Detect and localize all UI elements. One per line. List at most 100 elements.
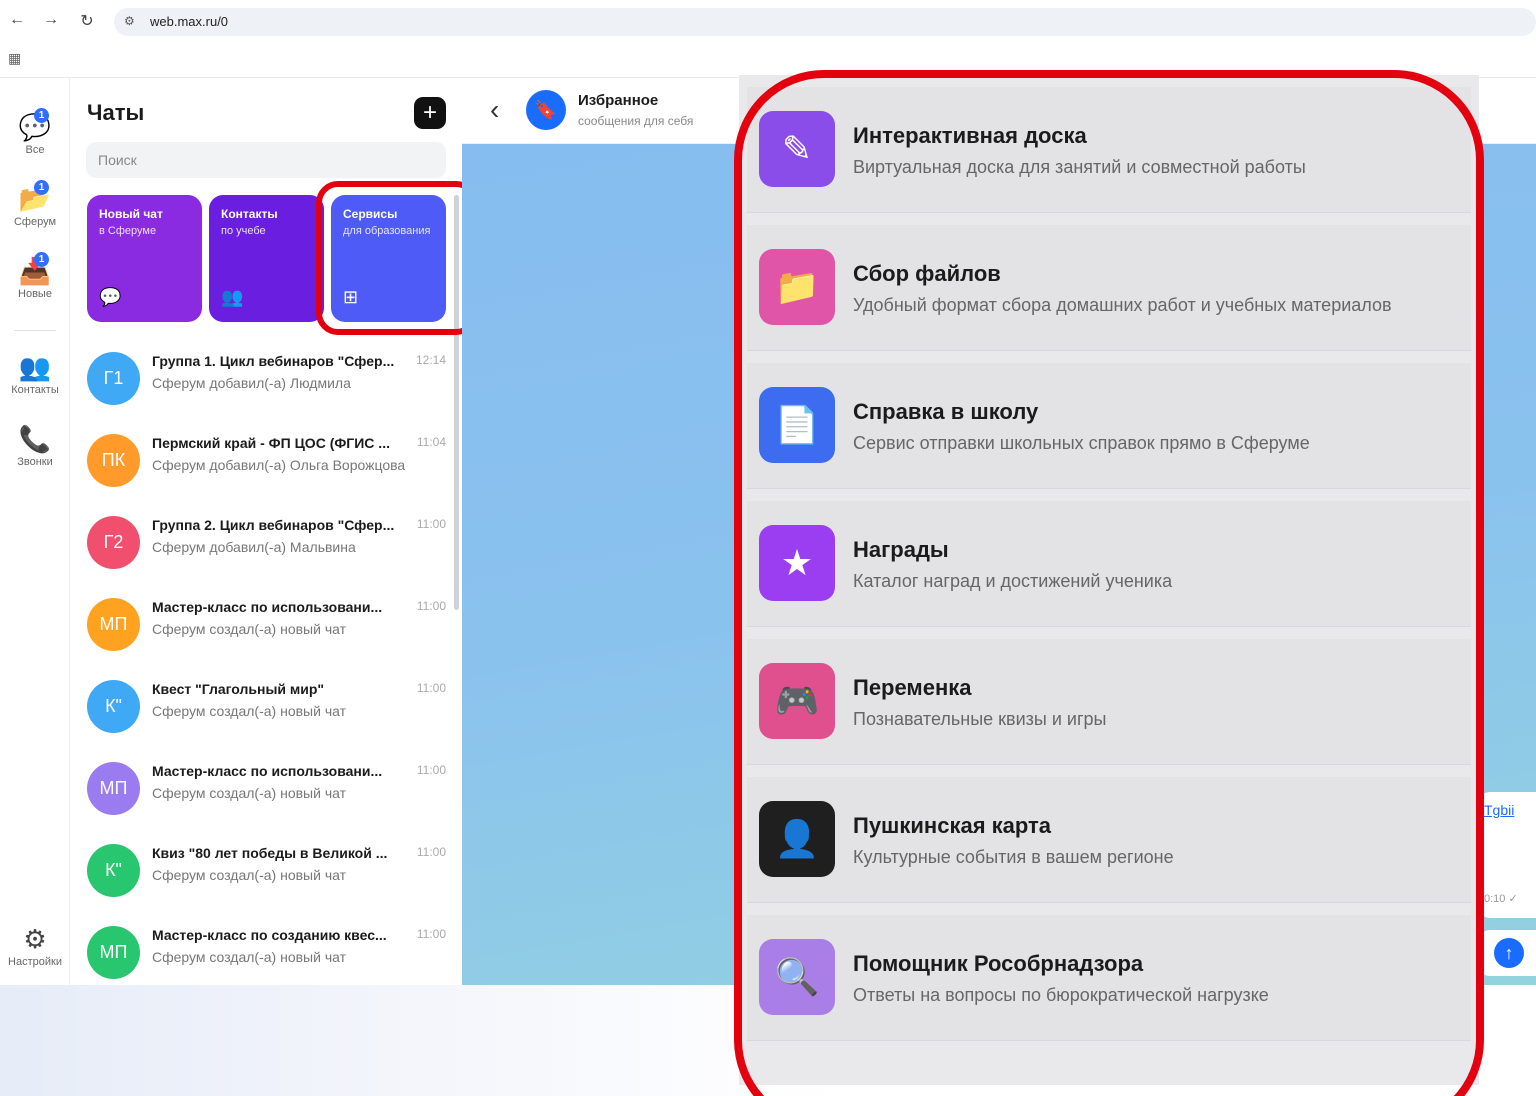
bookmark-icon[interactable]: 🔖: [526, 90, 566, 130]
service-title: Помощник Рособрнадзора: [853, 951, 1144, 976]
service-item[interactable]: 🎮 Переменка Познавательные квизы и игры: [747, 639, 1471, 765]
service-description: Сервис отправки школьных справок прямо в…: [853, 433, 1310, 453]
avatar: МП: [87, 926, 140, 979]
unread-badge: 1: [34, 108, 49, 123]
service-description: Каталог наград и достижений ученика: [853, 571, 1173, 591]
service-item[interactable]: 📄 Справка в школу Сервис отправки школьных…: [747, 363, 1471, 489]
chat-title: Пермский край - ФП ЦОС (ФГИС ...: [152, 435, 390, 451]
chat-time: 11:00: [416, 681, 446, 695]
card-new-chat[interactable]: Новый чат в Сферуме 💬: [87, 195, 202, 322]
search-input[interactable]: [86, 142, 446, 178]
back-arrow-icon[interactable]: ←: [8, 11, 26, 29]
back-chevron-icon[interactable]: ‹: [490, 94, 499, 126]
rail-item-calls[interactable]: 📞 Звонки: [0, 424, 70, 468]
chat-preview: Сферум добавил(-а) Ольга Ворожцова: [152, 457, 406, 473]
chat-preview: Сферум создал(-а) новый чат: [152, 703, 346, 719]
message-time: 0:10 ✓: [1484, 893, 1518, 905]
service-title: Переменка: [853, 675, 972, 700]
chat-icon: 💬: [99, 287, 122, 307]
page-title: Чаты: [87, 100, 145, 125]
chat-list-item[interactable]: К" Квест "Глагольный мир" Сферум создал(-а…: [71, 666, 462, 748]
address-bar[interactable]: ⚙ web.max.ru/0: [114, 8, 1536, 36]
highlight-frame: [316, 181, 478, 335]
forward-arrow-icon[interactable]: →: [42, 11, 60, 29]
message-link[interactable]: Tgbii: [1484, 802, 1514, 818]
unread-badge: 1: [34, 252, 49, 267]
service-title: Справка в школу: [853, 399, 1039, 424]
chat-list-item[interactable]: К" Квиз "80 лет победы в Великой ... Сферу…: [71, 830, 462, 912]
message-bubble[interactable]: Tgbii 0:10 ✓: [1478, 792, 1536, 918]
service-item[interactable]: 📁 Сбор файлов Удобный формат сбора домашни…: [747, 225, 1471, 351]
chat-title: Мастер-класс по созданию квес...: [152, 927, 387, 943]
rail-item-new[interactable]: 📥 1 Новые: [0, 252, 70, 300]
card-title: Новый чат: [99, 207, 163, 221]
new-chat-button[interactable]: +: [414, 97, 446, 129]
magnifier-icon: 🔍: [759, 939, 835, 1015]
chat-list-item[interactable]: МП Мастер-класс по созданию квес... Сферум…: [71, 912, 462, 994]
chat-time: 11:00: [416, 517, 446, 531]
chat-title: Группа 1. Цикл вебинаров "Сфер...: [152, 353, 395, 369]
site-settings-icon[interactable]: ⚙: [124, 14, 135, 28]
url-text[interactable]: web.max.ru/0: [150, 14, 228, 29]
browser-toolbar: ← → ↻ ⚙ web.max.ru/0: [0, 0, 1536, 44]
rail-label: Сферум: [13, 216, 57, 228]
service-description: Познавательные квизы и игры: [853, 709, 1107, 729]
rail-item-sferum[interactable]: 📂 1 Сферум: [0, 180, 70, 228]
services-panel: ✎ Интерактивная доска Виртуальная доска дл…: [739, 75, 1479, 1085]
card-contacts[interactable]: Контакты по учебе 👥: [209, 195, 324, 322]
chat-time: 11:04: [416, 435, 446, 449]
document-icon: 📄: [759, 387, 835, 463]
send-button[interactable]: ↑: [1494, 938, 1524, 968]
chat-title: Квиз "80 лет победы в Великой ...: [152, 845, 388, 861]
service-item[interactable]: 🔍 Помощник Рособрнадзора Ответы на вопросы…: [747, 915, 1471, 1041]
rail-label: Звонки: [17, 456, 53, 468]
rail-item-settings[interactable]: ⚙ Настройки: [0, 924, 70, 968]
chat-list-item[interactable]: ПК Пермский край - ФП ЦОС (ФГИС ... Сферум…: [71, 420, 462, 502]
service-title: Награды: [853, 537, 949, 562]
card-title: Контакты: [221, 207, 278, 221]
chat-preview: Сферум создал(-а) новый чат: [152, 785, 346, 801]
avatar: Г1: [87, 352, 140, 405]
chat-time: 11:00: [416, 599, 446, 613]
reload-icon[interactable]: ↻: [78, 11, 96, 31]
rail-label: Настройки: [8, 956, 62, 968]
rail-item-contacts[interactable]: 👥 Контакты: [0, 352, 70, 396]
chat-title: Группа 2. Цикл вебинаров "Сфер...: [152, 517, 395, 533]
chat-time: 11:00: [416, 763, 446, 777]
portrait-icon: 👤: [759, 801, 835, 877]
apps-grid-icon[interactable]: ▦: [8, 50, 21, 67]
avatar: Г2: [87, 516, 140, 569]
service-item[interactable]: ✎ Интерактивная доска Виртуальная доска дл…: [747, 87, 1471, 213]
chat-time: 11:00: [416, 927, 446, 941]
chat-preview: Сферум создал(-а) новый чат: [152, 949, 346, 965]
service-item[interactable]: 👤 Пушкинская карта Культурные события в ва…: [747, 777, 1471, 903]
chat-preview: Сферум добавил(-а) Мальвина: [152, 539, 356, 555]
chat-preview: Сферум добавил(-а) Людмила: [152, 375, 351, 391]
rail-item-all[interactable]: 💬 1 Все: [0, 108, 70, 156]
service-title: Интерактивная доска: [853, 123, 1087, 148]
card-subtitle: в Сферуме: [99, 225, 157, 237]
nav-rail: 💬 1 Все 📂 1 Сферум 📥 1 Новые 👥 Контакты …: [0, 78, 70, 985]
chat-list-item[interactable]: Г1 Группа 1. Цикл вебинаров "Сфер... Сферу…: [71, 338, 462, 420]
gear-icon: ⚙: [23, 924, 47, 954]
chat-time: 11:00: [416, 845, 446, 859]
chat-list-item[interactable]: Г2 Группа 2. Цикл вебинаров "Сфер... Сферу…: [71, 502, 462, 584]
chat-preview: Сферум создал(-а) новый чат: [152, 621, 346, 637]
service-item[interactable]: ★ Награды Каталог наград и достижений учен…: [747, 501, 1471, 627]
rail-label: Новые: [18, 288, 52, 300]
folder-icon: 📁: [759, 249, 835, 325]
chat-status: сообщения для себя: [578, 114, 694, 128]
chat-list-item[interactable]: МП Мастер-класс по использовани... Сферум …: [71, 748, 462, 830]
service-description: Удобный формат сбора домашних работ и уч…: [853, 295, 1392, 315]
chat-preview: Сферум создал(-а) новый чат: [152, 867, 346, 883]
unread-badge: 1: [34, 180, 49, 195]
avatar: К": [87, 844, 140, 897]
people-icon: 👥: [221, 287, 244, 307]
service-description: Виртуальная доска для занятий и совместн…: [853, 157, 1306, 177]
chat-title: Квест "Глагольный мир": [152, 681, 325, 697]
avatar: ПК: [87, 434, 140, 487]
chat-time: 12:14: [415, 353, 446, 367]
chat-list-item[interactable]: МП Мастер-класс по использовани... Сферум …: [71, 584, 462, 666]
card-subtitle: по учебе: [221, 225, 266, 237]
rail-label: Все: [25, 144, 45, 156]
